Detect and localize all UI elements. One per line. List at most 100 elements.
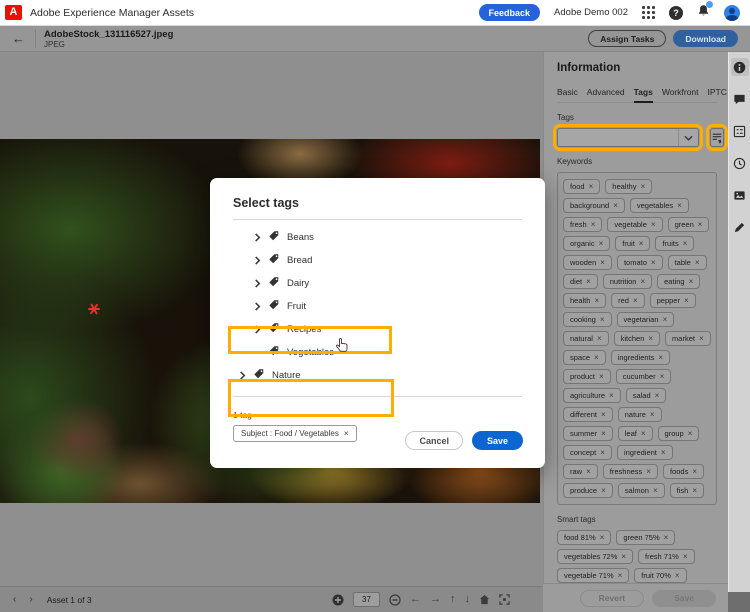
tag-chip[interactable]: table × bbox=[667, 255, 707, 270]
remove-icon[interactable]: × bbox=[601, 429, 606, 438]
remove-icon[interactable]: × bbox=[655, 391, 660, 400]
remove-icon[interactable]: × bbox=[640, 182, 645, 191]
tag-chip[interactable]: ingredients × bbox=[610, 350, 671, 365]
remove-icon[interactable]: × bbox=[641, 429, 646, 438]
tab-advanced[interactable]: Advanced bbox=[587, 87, 625, 103]
tag-chip[interactable]: agriculture × bbox=[563, 388, 621, 403]
tag-chip[interactable]: natural × bbox=[563, 331, 609, 346]
remove-icon[interactable]: × bbox=[695, 258, 700, 267]
remove-icon[interactable]: × bbox=[600, 448, 605, 457]
chevron-down-icon[interactable] bbox=[678, 129, 698, 146]
org-switcher[interactable]: Adobe Demo 002 bbox=[554, 7, 628, 18]
comments-icon[interactable] bbox=[731, 90, 749, 108]
remove-icon[interactable]: × bbox=[689, 277, 694, 286]
tree-item-vegetables[interactable]: Vegetables bbox=[233, 341, 522, 364]
tag-chip[interactable]: foods × bbox=[662, 464, 704, 479]
fullscreen-icon[interactable] bbox=[499, 594, 510, 605]
remove-icon[interactable]: × bbox=[601, 486, 606, 495]
remove-icon[interactable]: × bbox=[648, 334, 653, 343]
tag-chip[interactable]: tomato × bbox=[616, 255, 663, 270]
remove-icon[interactable]: × bbox=[650, 410, 655, 419]
tag-chip[interactable]: organic × bbox=[563, 236, 611, 251]
tag-chip[interactable]: fresh × bbox=[563, 217, 603, 232]
remove-icon[interactable]: × bbox=[660, 372, 665, 381]
tag-chip[interactable]: vegetables × bbox=[629, 198, 689, 213]
tab-basic[interactable]: Basic bbox=[557, 87, 578, 103]
remove-icon[interactable]: × bbox=[653, 486, 658, 495]
remove-icon[interactable]: × bbox=[684, 296, 689, 305]
remove-icon[interactable]: × bbox=[663, 315, 668, 324]
remove-icon[interactable]: × bbox=[677, 201, 682, 210]
tag-chip[interactable]: freshness × bbox=[602, 464, 658, 479]
remove-icon[interactable]: × bbox=[599, 239, 604, 248]
feedback-button[interactable]: Feedback bbox=[478, 4, 541, 21]
tag-chip[interactable]: vegetable × bbox=[607, 217, 663, 232]
chevron-right-icon[interactable] bbox=[253, 256, 261, 265]
remove-icon[interactable]: × bbox=[651, 258, 656, 267]
save-button[interactable]: Save bbox=[471, 431, 523, 450]
tag-chip[interactable]: market × bbox=[665, 331, 711, 346]
tag-chip[interactable]: vegetables 72% × bbox=[557, 549, 634, 564]
remove-icon[interactable]: × bbox=[699, 334, 704, 343]
tag-chip[interactable]: healthy × bbox=[605, 179, 653, 194]
revert-button[interactable]: Revert bbox=[579, 589, 645, 607]
tag-chip[interactable]: cooking × bbox=[563, 312, 612, 327]
tag-chip[interactable]: diet × bbox=[563, 274, 598, 289]
remove-icon[interactable]: × bbox=[646, 467, 651, 476]
tag-chip[interactable]: product × bbox=[563, 369, 611, 384]
remove-icon[interactable]: × bbox=[661, 448, 666, 457]
tag-chip[interactable]: produce × bbox=[563, 483, 613, 498]
remove-icon[interactable]: × bbox=[586, 467, 591, 476]
tree-item-recipes[interactable]: Recipes bbox=[233, 318, 522, 341]
selected-tag-chip[interactable]: Subject : Food / Vegetables × bbox=[233, 425, 357, 442]
next-asset-icon[interactable]: › bbox=[29, 594, 32, 605]
remove-icon[interactable]: × bbox=[688, 429, 693, 438]
tree-item-fruit[interactable]: Fruit bbox=[233, 295, 522, 318]
tag-chip[interactable]: food 81% × bbox=[557, 530, 612, 545]
remove-icon[interactable]: × bbox=[639, 239, 644, 248]
tag-chip[interactable]: eating × bbox=[657, 274, 701, 289]
remove-icon[interactable]: × bbox=[597, 334, 602, 343]
tag-chip[interactable]: group × bbox=[657, 426, 700, 441]
remove-icon[interactable]: × bbox=[664, 533, 669, 542]
remove-icon[interactable]: × bbox=[692, 467, 697, 476]
download-button[interactable]: Download bbox=[673, 30, 738, 47]
tag-chip[interactable]: fruits × bbox=[655, 236, 695, 251]
remove-icon[interactable]: × bbox=[591, 220, 596, 229]
history-clock-icon[interactable] bbox=[731, 154, 749, 172]
tag-chip[interactable]: ingredient × bbox=[616, 445, 673, 460]
remove-icon[interactable]: × bbox=[589, 182, 594, 191]
tag-chip[interactable]: different × bbox=[563, 407, 613, 422]
assign-tasks-button[interactable]: Assign Tasks bbox=[588, 30, 667, 47]
tag-chip[interactable]: kitchen × bbox=[613, 331, 661, 346]
tag-chip[interactable]: nutrition × bbox=[602, 274, 653, 289]
remove-icon[interactable]: × bbox=[599, 372, 604, 381]
zoom-in-icon[interactable] bbox=[332, 594, 344, 606]
tag-chip[interactable]: background × bbox=[563, 198, 625, 213]
tag-chip[interactable]: cucumber × bbox=[615, 369, 672, 384]
remove-icon[interactable]: × bbox=[633, 296, 638, 305]
remove-icon[interactable]: × bbox=[600, 315, 605, 324]
remove-icon[interactable]: × bbox=[586, 277, 591, 286]
tag-chip[interactable]: leaf × bbox=[617, 426, 653, 441]
tags-combobox[interactable] bbox=[553, 124, 703, 151]
remove-icon[interactable]: × bbox=[344, 429, 349, 438]
tag-chip[interactable]: vegetarian × bbox=[616, 312, 675, 327]
chevron-right-icon[interactable] bbox=[253, 233, 261, 242]
tree-item-dairy[interactable]: Dairy bbox=[233, 272, 522, 295]
chevron-right-icon[interactable] bbox=[253, 302, 261, 311]
tag-chip[interactable]: food × bbox=[563, 179, 601, 194]
tag-chip[interactable]: green 75% × bbox=[616, 530, 676, 545]
tag-chip[interactable]: vegetable 71% × bbox=[557, 568, 630, 583]
remove-icon[interactable]: × bbox=[600, 258, 605, 267]
remove-icon[interactable]: × bbox=[618, 571, 623, 580]
remove-icon[interactable]: × bbox=[698, 220, 703, 229]
remove-icon[interactable]: × bbox=[640, 277, 645, 286]
tag-chip[interactable]: pepper × bbox=[649, 293, 696, 308]
tab-tags[interactable]: Tags bbox=[633, 87, 653, 103]
remove-icon[interactable]: × bbox=[621, 552, 626, 561]
info-icon[interactable] bbox=[730, 58, 749, 76]
tag-chip[interactable]: fruit 70% × bbox=[634, 568, 687, 583]
chevron-right-icon[interactable] bbox=[253, 279, 261, 288]
pan-left-icon[interactable]: ← bbox=[410, 594, 421, 605]
